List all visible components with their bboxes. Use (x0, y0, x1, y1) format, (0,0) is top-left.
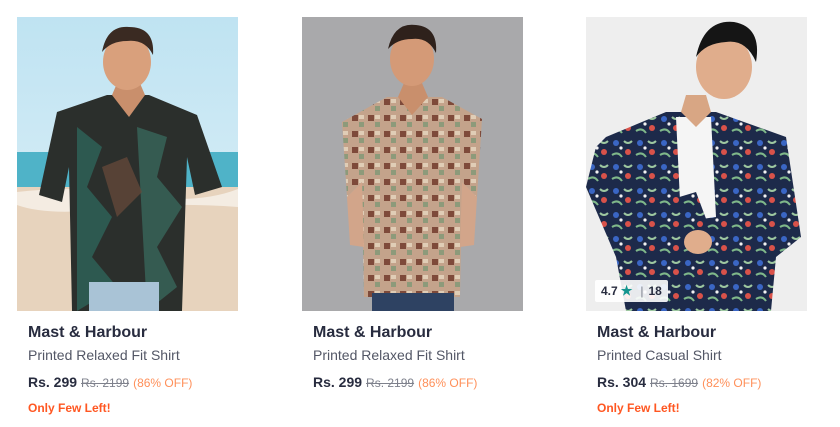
product-image[interactable] (302, 17, 523, 311)
rating-value: 4.7 (601, 284, 618, 298)
price-row: Rs. 304 Rs. 1699 (82% OFF) (597, 374, 807, 391)
product-price: Rs. 299 (28, 374, 78, 390)
product-name: Printed Relaxed Fit Shirt (28, 347, 180, 363)
product-price: Rs. 299 (313, 374, 363, 390)
product-card[interactable]: Mast & Harbour Printed Relaxed Fit Shirt… (302, 17, 523, 391)
product-mrp: Rs. 2199 (366, 376, 415, 390)
stock-note: Only Few Left! (597, 401, 680, 415)
product-image[interactable] (17, 17, 238, 311)
stock-note: Only Few Left! (28, 401, 111, 415)
rating-badge: 4.7 ★ | 18 (595, 280, 668, 302)
product-discount: (86% OFF) (133, 376, 193, 390)
product-brand: Mast & Harbour (313, 324, 433, 341)
product-brand: Mast & Harbour (597, 324, 717, 341)
rating-count: 18 (648, 284, 662, 298)
product-mrp: Rs. 1699 (650, 376, 699, 390)
rating-divider: | (640, 284, 644, 298)
product-discount: (86% OFF) (418, 376, 478, 390)
product-price: Rs. 304 (597, 374, 647, 390)
price-row: Rs. 299 Rs. 2199 (86% OFF) (28, 374, 238, 391)
product-name: Printed Relaxed Fit Shirt (313, 347, 465, 363)
star-icon: ★ (620, 283, 633, 298)
product-image[interactable]: 4.7 ★ | 18 (586, 17, 807, 311)
product-name: Printed Casual Shirt (597, 347, 722, 363)
product-discount: (82% OFF) (702, 376, 762, 390)
product-card[interactable]: Mast & Harbour Printed Relaxed Fit Shirt… (17, 17, 238, 415)
product-card[interactable]: 4.7 ★ | 18 Mast & Harbour Printed Casual… (586, 17, 807, 415)
product-brand: Mast & Harbour (28, 324, 148, 341)
product-mrp: Rs. 2199 (81, 376, 130, 390)
price-row: Rs. 299 Rs. 2199 (86% OFF) (313, 374, 523, 391)
